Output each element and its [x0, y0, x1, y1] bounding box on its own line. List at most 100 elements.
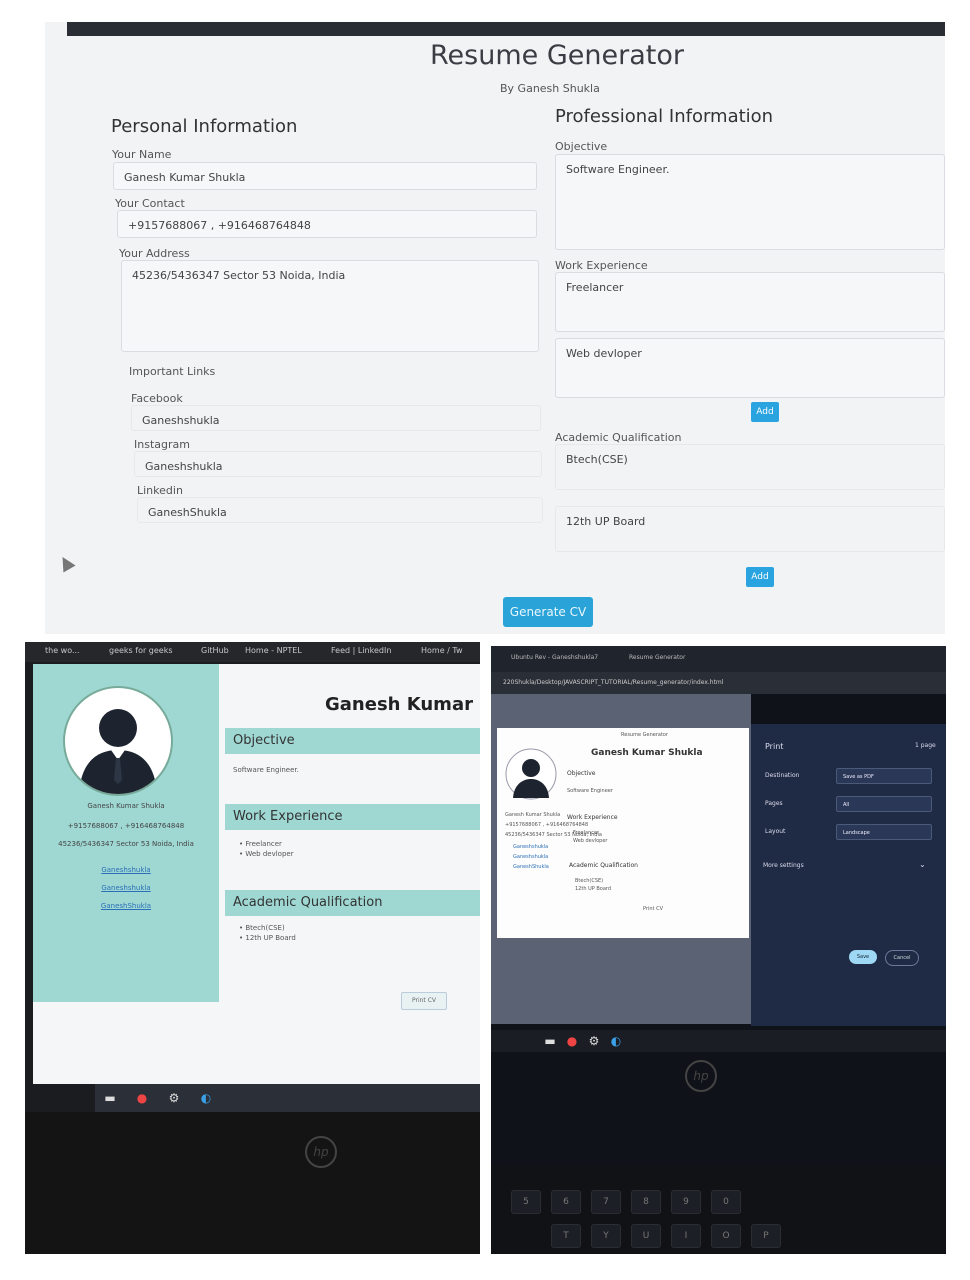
facebook-input[interactable]: Ganeshshukla	[131, 405, 541, 431]
work-experience-field-2[interactable]: Web devloper	[555, 338, 945, 398]
name-label: Your Name	[112, 148, 172, 161]
save-button[interactable]: Save	[849, 950, 877, 964]
print-preview-page: Resume Generator Ganesh Kumar Shukla +91…	[497, 728, 749, 938]
more-settings-toggle[interactable]: More settings	[763, 862, 804, 869]
work-experience-value-2: Web devloper	[566, 347, 642, 360]
edge-icon[interactable]: ◐	[199, 1091, 213, 1105]
important-links-label: Important Links	[129, 365, 216, 378]
facebook-link[interactable]: Ganeshshukla	[33, 866, 219, 874]
keyboard-key: P	[751, 1224, 781, 1248]
print-settings-dialog: Print 1 page Destination Save as PDF Pag…	[751, 724, 946, 1026]
file-explorer-icon[interactable]: ▬	[543, 1034, 557, 1048]
browser-tab[interactable]: Ubuntu Rev - Ganeshshukla7	[511, 654, 598, 661]
academic-value-2: 12th UP Board	[566, 515, 646, 528]
add-work-experience-button[interactable]: Add	[751, 402, 779, 422]
keyboard-key: 5	[511, 1190, 541, 1214]
cv-name-title: Ganesh Kumar S	[325, 694, 480, 715]
preview-work-heading: Work Experience	[567, 814, 618, 821]
settings-gear-icon[interactable]: ⚙	[167, 1091, 181, 1105]
cancel-button[interactable]: Cancel	[885, 950, 919, 966]
settings-gear-icon[interactable]: ⚙	[587, 1034, 601, 1048]
instagram-input-value: Ganeshshukla	[145, 460, 223, 473]
linkedin-input-value: GaneshShukla	[148, 506, 227, 519]
keyboard-key: T	[551, 1224, 581, 1248]
preview-footer: Print CV	[643, 906, 664, 912]
hp-logo-icon: hp	[685, 1060, 717, 1092]
work-item-2: Web devloper	[245, 850, 294, 858]
browser-tabs: Ubuntu Rev - Ganeshshukla7 Resume Genera…	[491, 646, 946, 672]
academic-field-2[interactable]: 12th UP Board	[555, 506, 945, 552]
print-cv-button[interactable]: Print CV	[401, 992, 447, 1010]
chrome-icon[interactable]: ●	[135, 1091, 149, 1105]
name-input-value: Ganesh Kumar Shukla	[124, 171, 246, 184]
pages-label: Pages	[765, 800, 783, 807]
address-bar[interactable]: 220Shukla/Desktop/JAVASCRIPT_TUTORIAL/Re…	[491, 672, 946, 694]
preview-academic-item: Btech(CSE)	[575, 878, 604, 884]
instagram-input[interactable]: Ganeshshukla	[134, 451, 542, 477]
bookmark-item[interactable]: the wo...	[45, 646, 80, 655]
browser-tab-active[interactable]: Resume Generator	[629, 654, 685, 661]
work-experience-value-1: Freelancer	[566, 281, 624, 294]
cv-page: Ganesh Kumar Shukla +9157688067 , +91646…	[33, 664, 480, 1084]
layout-select[interactable]: Landscape	[836, 824, 932, 840]
preview-page-title: Resume Generator	[621, 732, 669, 738]
objective-heading: Objective	[225, 728, 480, 754]
objective-textarea[interactable]: Software Engineer.	[555, 154, 945, 250]
linkedin-link[interactable]: GaneshShukla	[33, 902, 219, 910]
bookmark-item[interactable]: Home / Tw	[421, 646, 463, 655]
layout-label: Layout	[765, 828, 786, 835]
chrome-icon[interactable]: ●	[565, 1034, 579, 1048]
page-subtitle: By Ganesh Shukla	[500, 82, 600, 95]
address-textarea[interactable]: 45236/5436347 Sector 53 Noida, India	[121, 260, 539, 352]
pages-value: All	[843, 802, 850, 808]
preview-academic-heading: Academic Qualification	[569, 862, 638, 869]
resume-form-panel: Resume Generator By Ganesh Shukla Person…	[45, 22, 945, 634]
destination-select[interactable]: Save as PDF	[836, 768, 932, 784]
objective-text: Software Engineer.	[233, 766, 299, 774]
laptop-bezel: hp	[25, 1112, 480, 1254]
generate-cv-button[interactable]: Generate CV	[503, 597, 593, 627]
chevron-down-icon[interactable]: ⌄	[919, 860, 926, 869]
list-item: • Btech(CSE)	[239, 924, 285, 932]
add-academic-button[interactable]: Add	[746, 567, 774, 587]
facebook-input-value: Ganeshshukla	[142, 414, 220, 427]
taskbar: ▬ ● ⚙ ◐	[491, 1030, 946, 1052]
bookmark-item[interactable]: geeks for geeks	[109, 646, 173, 655]
keyboard-key: Y	[591, 1224, 621, 1248]
keyboard-key: U	[631, 1224, 661, 1248]
taskbar: ▬ ● ⚙ ◐	[95, 1084, 480, 1112]
list-item: • Web devloper	[239, 850, 294, 858]
instagram-link[interactable]: Ganeshshukla	[33, 884, 219, 892]
contact-input-value: +9157688067 , +916468764848	[128, 219, 311, 232]
bookmark-item[interactable]: Feed | LinkedIn	[331, 646, 391, 655]
pages-select[interactable]: All	[836, 796, 932, 812]
keyboard-key: 0	[711, 1190, 741, 1214]
destination-label: Destination	[765, 772, 800, 779]
mouse-cursor-icon	[56, 553, 76, 573]
preview-work-item: Freelancer	[573, 830, 600, 836]
preview-side-text: +9157688067 , +916468764848	[505, 822, 589, 828]
list-item: • Freelancer	[239, 840, 282, 848]
personal-info-heading: Personal Information	[111, 116, 298, 137]
edge-icon[interactable]: ◐	[609, 1034, 623, 1048]
bookmark-item[interactable]: GitHub	[201, 646, 229, 655]
hp-logo-icon: hp	[305, 1136, 337, 1168]
side-address: 45236/5436347 Sector 53 Noida, India	[58, 840, 194, 848]
work-item-1: Freelancer	[245, 840, 282, 848]
print-dialog-panel: Ubuntu Rev - Ganeshshukla7 Resume Genera…	[491, 646, 946, 1254]
keyboard-key: 8	[631, 1190, 661, 1214]
preview-side-text: Ganesh Kumar Shukla	[505, 812, 561, 818]
cv-sidebar: Ganesh Kumar Shukla +9157688067 , +91646…	[33, 664, 219, 1002]
bookmark-item[interactable]: Home - NPTEL	[245, 646, 302, 655]
contact-input[interactable]: +9157688067 , +916468764848	[117, 210, 537, 238]
academic-field-1[interactable]: Btech(CSE)	[555, 444, 945, 490]
layout-value: Landscape	[843, 830, 870, 836]
destination-value: Save as PDF	[843, 774, 874, 780]
work-experience-field-1[interactable]: Freelancer	[555, 272, 945, 332]
keyboard-key: 9	[671, 1190, 701, 1214]
file-explorer-icon[interactable]: ▬	[103, 1091, 117, 1105]
linkedin-input[interactable]: GaneshShukla	[137, 497, 543, 523]
preview-work-item: Web devloper	[573, 838, 608, 844]
contact-label: Your Contact	[115, 197, 185, 210]
name-input[interactable]: Ganesh Kumar Shukla	[113, 162, 537, 190]
